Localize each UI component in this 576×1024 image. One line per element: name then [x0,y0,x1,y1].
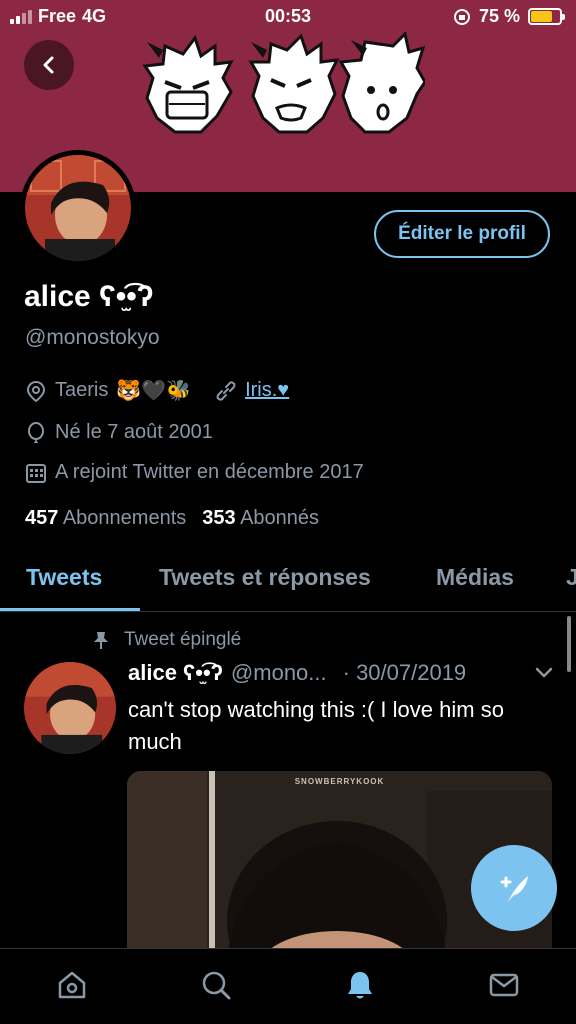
following-link[interactable]: 457 Abonnements [25,507,186,530]
location-pin-icon [26,380,46,402]
tab-tweets-replies[interactable]: Tweets et réponses [159,564,371,591]
pinned-tweet-indicator: Tweet épinglé [92,629,241,651]
profile-name: alice ʕ•̫͡•ʔ [24,280,154,313]
compose-tweet-icon [500,876,528,902]
balloon-icon [28,421,44,443]
pinned-label: Tweet épinglé [124,629,242,650]
profile-tabs: Tweets Tweets et réponses Médias J [0,556,576,612]
tab-likes[interactable]: J [566,564,576,591]
followers-link[interactable]: 353 Abonnés [202,507,319,530]
profile-handle: @monostokyo [25,326,160,349]
messages-icon [489,973,519,997]
profile-birth: Né le 7 août 2001 [55,421,213,443]
tab-tweets[interactable]: Tweets [26,564,102,591]
orientation-lock-icon [453,8,470,25]
scrollbar[interactable] [567,616,571,672]
profile-location: Taeris [55,379,109,401]
search-icon [202,971,231,1000]
followers-count: 353 [202,507,236,529]
profile-meta-joined-row: A rejoint Twitter en décembre 2017 [25,461,364,484]
link-icon [216,380,236,401]
tweet-avatar[interactable] [24,662,116,754]
avatar-image [25,155,131,261]
tweet-text: can't stop watching this :( I love him s… [128,697,504,754]
banner-artwork [142,32,425,134]
profile-joined: A rejoint Twitter en décembre 2017 [55,461,364,483]
home-icon [58,971,86,999]
tweet-date[interactable]: · 30/07/2019 [343,660,467,686]
following-label: Abonnements [62,507,187,529]
follow-counts: 457 Abonnements 353 Abonnés [25,507,319,530]
status-bar: Free 4G 00:53 75 % [0,0,576,34]
profile-avatar[interactable] [20,150,136,266]
pin-icon [94,632,108,649]
avatar-photo [25,155,131,261]
tweet-author-handle[interactable]: @mono... [231,660,327,686]
nav-search[interactable] [198,967,234,1003]
active-tab-indicator [0,608,140,611]
notifications-icon [348,972,372,999]
edit-profile-button[interactable]: Éditer le profil [374,210,550,258]
back-button[interactable] [24,40,74,90]
compose-tweet-button[interactable] [471,845,557,931]
status-right: 75 % [453,6,565,27]
calendar-icon [26,463,46,483]
battery-icon [528,8,565,25]
tweet-author-name[interactable]: alice ʕ•̫͡•ʔ [128,660,223,686]
profile-meta-location-row: Taeris 🐯🖤🐝 Iris.♥ [25,378,289,403]
followers-label: Abonnés [240,507,320,529]
nav-notifications[interactable] [342,967,378,1003]
nav-messages[interactable] [486,967,522,1003]
tweet-avatar-image [24,662,116,754]
nav-home[interactable] [54,967,90,1003]
location-emojis: 🐯🖤🐝 [116,380,192,402]
chevron-down-icon[interactable] [534,662,554,682]
chevron-left-icon [43,56,54,74]
tweet-header: alice ʕ•̫͡•ʔ @mono... · 30/07/2019 [128,660,558,686]
media-watermark: SNOWBERRYKOOK [294,777,385,786]
profile-meta-birth-row: Né le 7 août 2001 [25,421,213,444]
bottom-nav [0,948,576,1024]
following-count: 457 [25,507,59,529]
battery-percent: 75 % [478,6,520,26]
battery-fill [531,11,552,22]
tab-media[interactable]: Médias [436,564,514,591]
profile-website-link[interactable]: Iris.♥ [245,379,289,402]
profile-screen: Free 4G 00:53 75 % Éditer le profil alic [0,0,576,1024]
tweet-avatar-photo [24,662,116,754]
